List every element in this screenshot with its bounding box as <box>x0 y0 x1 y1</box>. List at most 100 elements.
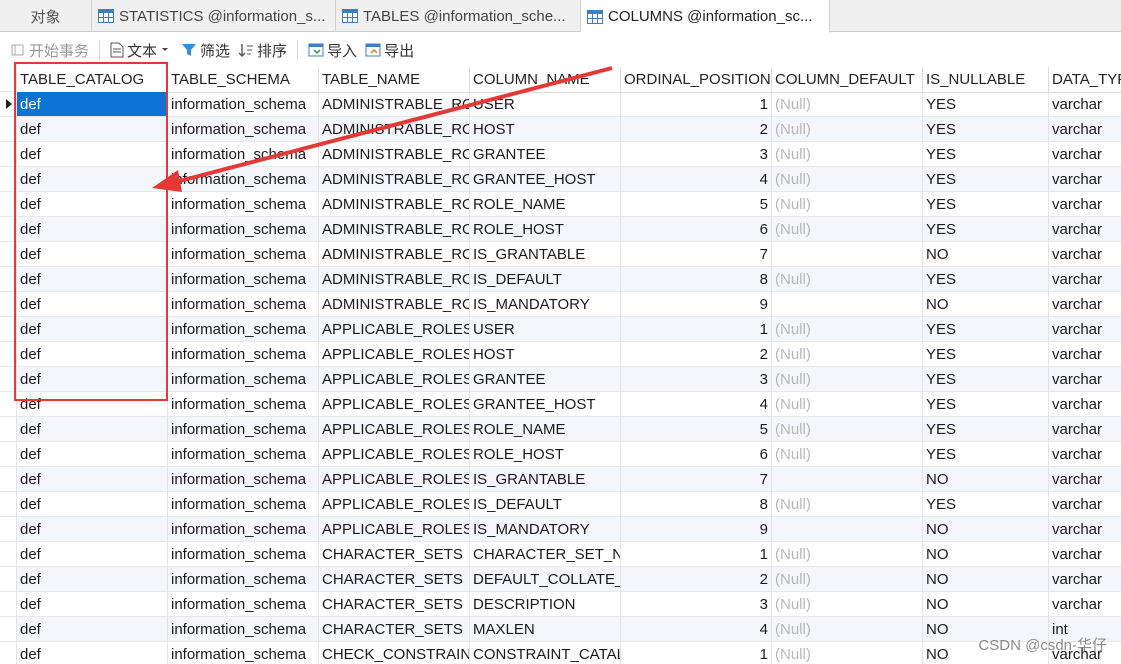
cell-ordinal-position[interactable]: 7 <box>621 467 772 492</box>
table-row[interactable]: def information_schema CHARACTER_SETS DEFAU… <box>0 567 1121 592</box>
cell-table-catalog[interactable]: def <box>17 217 168 242</box>
column-header-data-type[interactable]: DATA_TYPE <box>1049 67 1121 92</box>
row-marker[interactable] <box>0 92 17 117</box>
table-row[interactable]: def information_schema APPLICABLE_ROLES GRA… <box>0 367 1121 392</box>
cell-column-default[interactable]: (Null) <box>772 317 923 342</box>
cell-table-catalog[interactable]: def <box>17 567 168 592</box>
cell-column-default[interactable]: (Null) <box>772 267 923 292</box>
text-view-button[interactable]: 文本 <box>106 37 177 63</box>
row-marker[interactable] <box>0 542 17 567</box>
cell-data-type[interactable]: varchar <box>1049 217 1121 242</box>
sort-button[interactable]: 排序 <box>234 37 291 63</box>
cell-table-name[interactable]: APPLICABLE_ROLES <box>319 417 470 442</box>
cell-ordinal-position[interactable]: 3 <box>621 367 772 392</box>
cell-table-name[interactable]: ADMINISTRABLE_ROLE_AUTHORIZATIONS <box>319 267 470 292</box>
row-marker[interactable] <box>0 117 17 142</box>
cell-column-default[interactable]: (Null) <box>772 567 923 592</box>
cell-table-schema[interactable]: information_schema <box>168 467 319 492</box>
cell-column-default[interactable]: (Null) <box>772 417 923 442</box>
row-marker[interactable] <box>0 217 17 242</box>
cell-ordinal-position[interactable]: 2 <box>621 567 772 592</box>
cell-ordinal-position[interactable]: 9 <box>621 292 772 317</box>
tab-statistics[interactable]: STATISTICS @information_s... <box>92 0 336 32</box>
cell-table-name[interactable]: CHARACTER_SETS <box>319 617 470 642</box>
cell-ordinal-position[interactable]: 2 <box>621 342 772 367</box>
cell-is-nullable[interactable]: NO <box>923 542 1049 567</box>
cell-table-name[interactable]: APPLICABLE_ROLES <box>319 367 470 392</box>
cell-column-name[interactable]: IS_GRANTABLE <box>470 242 621 267</box>
cell-column-name[interactable]: GRANTEE <box>470 142 621 167</box>
row-marker[interactable] <box>0 317 17 342</box>
cell-column-name[interactable]: CONSTRAINT_CATALOG <box>470 642 621 664</box>
cell-column-default[interactable] <box>772 517 923 542</box>
cell-table-schema[interactable]: information_schema <box>168 492 319 517</box>
cell-table-catalog[interactable]: def <box>17 267 168 292</box>
cell-is-nullable[interactable]: YES <box>923 392 1049 417</box>
cell-table-schema[interactable]: information_schema <box>168 417 319 442</box>
cell-ordinal-position[interactable]: 6 <box>621 217 772 242</box>
table-row[interactable]: definformation_schemaADMINISTRABLE_ROLE_… <box>0 167 1121 192</box>
row-marker[interactable] <box>0 442 17 467</box>
cell-table-schema[interactable]: information_schema <box>168 542 319 567</box>
cell-is-nullable[interactable]: NO <box>923 517 1049 542</box>
cell-column-default[interactable]: (Null) <box>772 142 923 167</box>
cell-table-schema[interactable]: information_schema <box>168 217 319 242</box>
tab-columns[interactable]: COLUMNS @information_sc... <box>581 0 830 33</box>
table-row[interactable]: definformation_schemaADMINISTRABLE_ROLE_… <box>0 142 1121 167</box>
cell-table-schema[interactable]: information_schema <box>168 167 319 192</box>
cell-column-name[interactable]: HOST <box>470 117 621 142</box>
column-header-table-name[interactable]: TABLE_NAME <box>319 67 470 92</box>
cell-table-catalog[interactable]: def <box>17 542 168 567</box>
cell-table-name[interactable]: APPLICABLE_ROLES <box>319 517 470 542</box>
cell-is-nullable[interactable]: YES <box>923 442 1049 467</box>
cell-column-name[interactable]: ROLE_HOST <box>470 442 621 467</box>
filter-button[interactable]: 筛选 <box>177 37 234 63</box>
table-row[interactable]: definformation_schemaCHECK_CONSTRAINTSCO… <box>0 642 1121 664</box>
row-marker[interactable] <box>0 192 17 217</box>
cell-column-default[interactable] <box>772 292 923 317</box>
cell-column-default[interactable]: (Null) <box>772 492 923 517</box>
cell-table-schema[interactable]: information_schema <box>168 242 319 267</box>
row-marker[interactable] <box>0 492 17 517</box>
cell-table-schema[interactable]: information_schema <box>168 117 319 142</box>
cell-ordinal-position[interactable]: 3 <box>621 142 772 167</box>
cell-table-schema[interactable]: information_schema <box>168 317 319 342</box>
cell-is-nullable[interactable]: YES <box>923 342 1049 367</box>
cell-table-schema[interactable]: information_schema <box>168 192 319 217</box>
table-row[interactable]: definformation_schemaADMINISTRABLE_ROLE_… <box>0 192 1121 217</box>
cell-table-catalog[interactable]: def <box>17 392 168 417</box>
cell-data-type[interactable]: varchar <box>1049 342 1121 367</box>
cell-table-schema[interactable]: information_schema <box>168 567 319 592</box>
cell-table-schema[interactable]: information_schema <box>168 442 319 467</box>
cell-table-name[interactable]: CHARACTER_SETS <box>319 592 470 617</box>
cell-data-type[interactable]: varchar <box>1049 517 1121 542</box>
cell-data-type[interactable]: varchar <box>1049 117 1121 142</box>
cell-data-type[interactable]: varchar <box>1049 142 1121 167</box>
cell-data-type[interactable]: varchar <box>1049 592 1121 617</box>
cell-ordinal-position[interactable]: 1 <box>621 317 772 342</box>
cell-column-default[interactable]: (Null) <box>772 442 923 467</box>
cell-data-type[interactable]: varchar <box>1049 442 1121 467</box>
cell-column-default[interactable]: (Null) <box>772 642 923 664</box>
cell-is-nullable[interactable]: YES <box>923 317 1049 342</box>
cell-column-default[interactable]: (Null) <box>772 392 923 417</box>
cell-ordinal-position[interactable]: 8 <box>621 267 772 292</box>
cell-table-catalog[interactable]: def <box>17 592 168 617</box>
cell-column-default[interactable]: (Null) <box>772 92 923 117</box>
table-row[interactable]: def information_schema APPLICABLE_ROLES IS_… <box>0 492 1121 517</box>
cell-column-name[interactable]: ROLE_HOST <box>470 217 621 242</box>
row-marker[interactable] <box>0 617 17 642</box>
cell-table-catalog[interactable]: def <box>17 117 168 142</box>
cell-column-default[interactable]: (Null) <box>772 592 923 617</box>
cell-data-type[interactable]: varchar <box>1049 92 1121 117</box>
column-header-ordinal-position[interactable]: ORDINAL_POSITION <box>621 67 772 92</box>
table-row[interactable]: def information_schema CHARACTER_SETS CHARA… <box>0 542 1121 567</box>
cell-ordinal-position[interactable]: 8 <box>621 492 772 517</box>
cell-column-default[interactable]: (Null) <box>772 342 923 367</box>
cell-table-catalog[interactable]: def <box>17 442 168 467</box>
cell-table-catalog[interactable]: def <box>17 167 168 192</box>
cell-data-type[interactable]: varchar <box>1049 242 1121 267</box>
column-header-table-catalog[interactable]: TABLE_CATALOG <box>17 67 168 92</box>
cell-table-catalog[interactable]: def <box>17 517 168 542</box>
cell-table-schema[interactable]: information_schema <box>168 142 319 167</box>
